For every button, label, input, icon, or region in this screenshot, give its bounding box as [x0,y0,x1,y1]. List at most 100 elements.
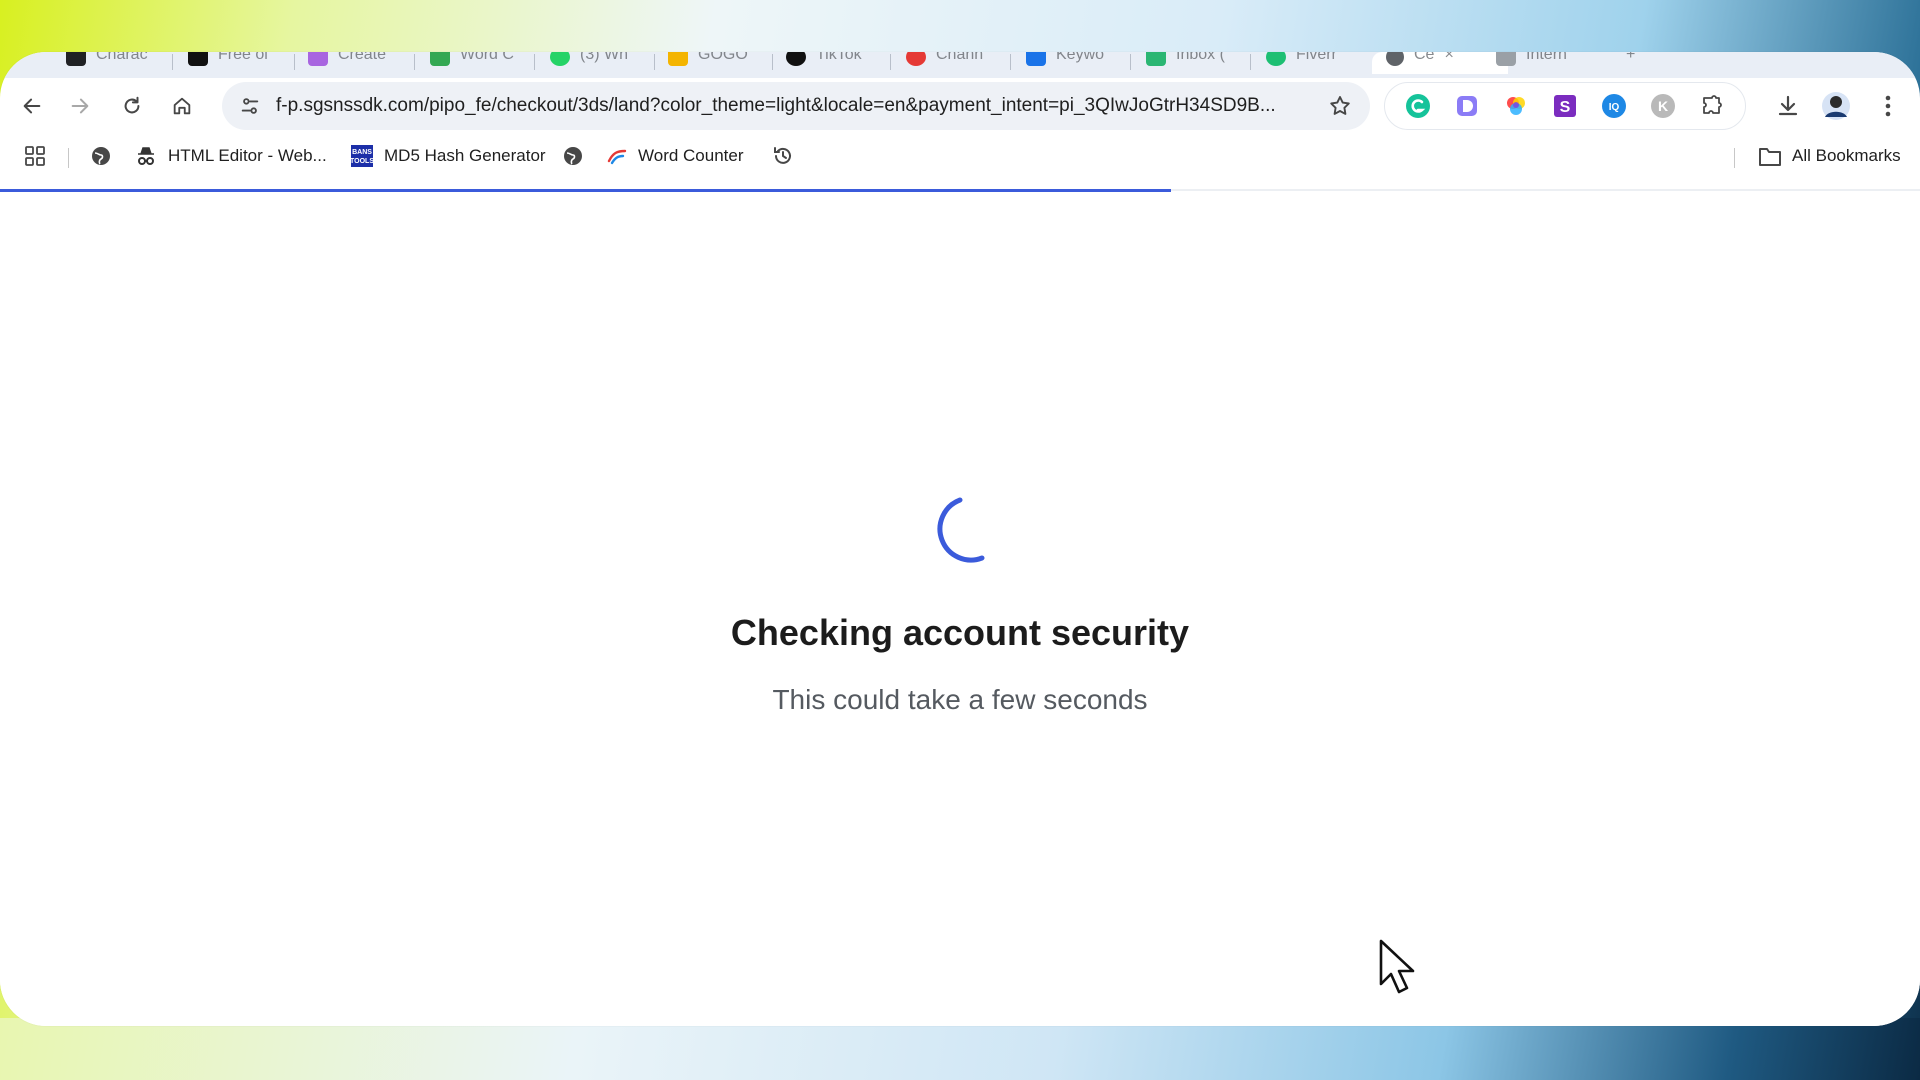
tab-title: Fiverr [1296,52,1337,63]
color-picker-extension-icon[interactable] [1502,92,1530,120]
tab-active[interactable]: Ce × [1372,52,1508,74]
browser-toolbar: f-p.sgsnssdk.com/pipo_fe/checkout/3ds/la… [0,78,1920,134]
tab-favicon-icon [786,52,806,66]
tab-divider [1010,54,1011,70]
svg-text:S: S [1560,99,1571,116]
reload-button[interactable] [114,88,150,124]
loading-spinner-icon [937,497,985,563]
tab-item[interactable]: GOGO [668,52,768,74]
tab-item[interactable]: Inbox ( [1146,52,1246,74]
tab-favicon-icon [1026,52,1046,66]
reload-icon [124,96,140,114]
back-button[interactable] [14,88,50,124]
downloads-button[interactable] [1770,88,1806,124]
md5-tools-icon: BANS TOOLS [350,145,374,167]
bookmark-html-editor[interactable]: HTML Editor - Web... [134,142,327,170]
bookmark-label: MD5 Hash Generator [384,146,546,165]
url-text[interactable]: f-p.sgsnssdk.com/pipo_fe/checkout/3ds/la… [276,95,1316,117]
bookmarks-divider [1734,148,1735,168]
home-button[interactable] [164,88,200,124]
tab-title: TikTok [816,52,862,63]
k-extension-icon[interactable]: K [1649,92,1677,120]
all-bookmarks-button[interactable]: All Bookmarks [1758,142,1901,170]
history-icon [774,147,791,164]
plus-icon: + [1626,52,1636,63]
tab-title: Keywo [1056,52,1105,63]
new-tab-button[interactable]: + [1626,52,1650,74]
profile-avatar[interactable] [1818,88,1854,124]
tab-divider [654,54,655,70]
d-extension-icon[interactable] [1453,92,1481,120]
desktop-background-band [0,1018,1920,1080]
tab-item[interactable]: Fiverr [1266,52,1366,74]
tab-title: Create [338,52,387,63]
grammarly-extension-icon[interactable] [1404,92,1432,120]
tab-strip: Charac Free ol Create Word C (3) Wh GOGO [0,52,1920,78]
tab-item[interactable]: Keywo [1026,52,1126,74]
tab-close-icon[interactable]: × [1444,52,1453,64]
tab-divider [1250,54,1251,70]
tab-divider [172,54,173,70]
tab-divider [772,54,773,70]
mouse-cursor-icon [1379,939,1415,994]
browser-menu-button[interactable] [1870,88,1906,124]
tab-item[interactable]: (3) Wh [550,52,650,74]
tab-item[interactable]: Create [308,52,408,74]
tab-item[interactable]: Intern [1496,52,1596,74]
tab-favicon-icon [1386,52,1404,66]
bookmark-history[interactable] [772,142,794,170]
arrow-right-icon [71,98,89,114]
tab-divider [890,54,891,70]
tab-title: (3) Wh [580,52,628,63]
s-extension-icon[interactable]: S [1551,92,1579,120]
tab-title: Intern [1526,52,1567,63]
tab-divider [534,54,535,70]
globe-icon [92,147,110,165]
address-bar[interactable]: f-p.sgsnssdk.com/pipo_fe/checkout/3ds/la… [222,82,1370,130]
home-icon [173,97,191,115]
page-subtitle: This could take a few seconds [772,684,1148,715]
bookmark-label: HTML Editor - Web... [168,146,327,165]
puzzle-extensions-icon[interactable] [1698,92,1726,120]
kebab-menu-icon [1885,95,1891,117]
tab-item[interactable]: Charac [66,52,154,74]
bookmarks-bar: HTML Editor - Web... BANS TOOLS MD5 Hash … [0,134,1920,178]
tab-favicon-icon [430,52,450,66]
tab-favicon-icon [1496,52,1516,66]
bookmark-star-icon[interactable] [1324,90,1356,122]
tab-favicon-icon [188,52,208,66]
tab-favicon-icon [550,52,570,66]
tab-favicon-icon [1146,52,1166,66]
svg-text:TOOLS: TOOLS [350,158,374,165]
globe-icon [564,147,582,165]
tab-item[interactable]: Free ol [188,52,288,74]
tab-item[interactable]: TikTok [786,52,886,74]
tab-favicon-icon [1266,52,1286,66]
tab-favicon-icon [66,52,86,66]
tab-title: Word C [460,52,514,63]
forward-button[interactable] [62,88,98,124]
tab-title: Inbox ( [1176,52,1225,63]
iq-extension-icon[interactable]: IQ [1600,92,1628,120]
tab-title: GOGO [698,52,748,63]
tab-title: Chann [936,52,984,63]
folder-icon [1759,148,1781,166]
browser-window: Charac Free ol Create Word C (3) Wh GOGO [0,52,1920,1026]
tab-title: Ce [1414,52,1435,63]
bookmark-globe[interactable] [90,142,112,170]
tab-item[interactable]: Word C [430,52,530,74]
bookmark-globe-2[interactable] [562,142,584,170]
svg-text:IQ: IQ [1609,102,1620,113]
page-load-progress [0,189,1920,192]
tab-favicon-icon [668,52,688,66]
tab-divider [294,54,295,70]
tab-divider [414,54,415,70]
arrow-left-icon [23,98,41,114]
bookmark-word-counter[interactable]: Word Counter [606,142,744,170]
bookmark-md5-hash-generator[interactable]: BANS TOOLS MD5 Hash Generator [350,142,546,170]
all-bookmarks-label: All Bookmarks [1792,146,1901,165]
tab-item[interactable]: Chann [906,52,1006,74]
avatar-icon [1822,92,1850,120]
apps-button[interactable] [24,142,46,170]
site-settings-icon[interactable] [232,88,268,124]
